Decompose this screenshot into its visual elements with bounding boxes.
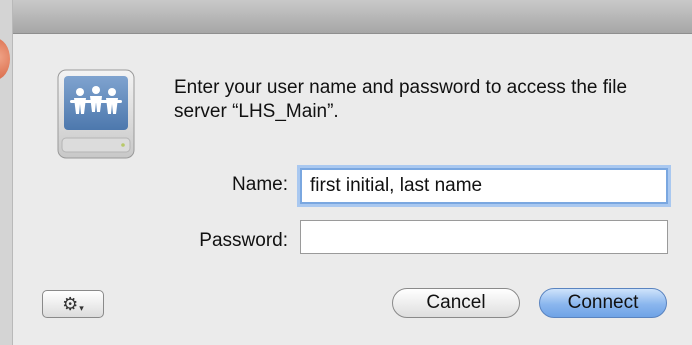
chevron-down-icon: ▾: [79, 302, 84, 313]
password-input[interactable]: [300, 220, 668, 254]
action-menu-button[interactable]: ⚙ ▾: [42, 290, 104, 318]
window-close-dot[interactable]: [0, 38, 10, 80]
name-input[interactable]: [300, 168, 668, 204]
cancel-button[interactable]: Cancel: [392, 288, 520, 318]
dialog-titlebar: [13, 0, 692, 34]
screen: Enter your user name and password to acc…: [0, 0, 692, 345]
gear-icon: ⚙: [62, 293, 79, 314]
connect-button[interactable]: Connect: [539, 288, 667, 318]
